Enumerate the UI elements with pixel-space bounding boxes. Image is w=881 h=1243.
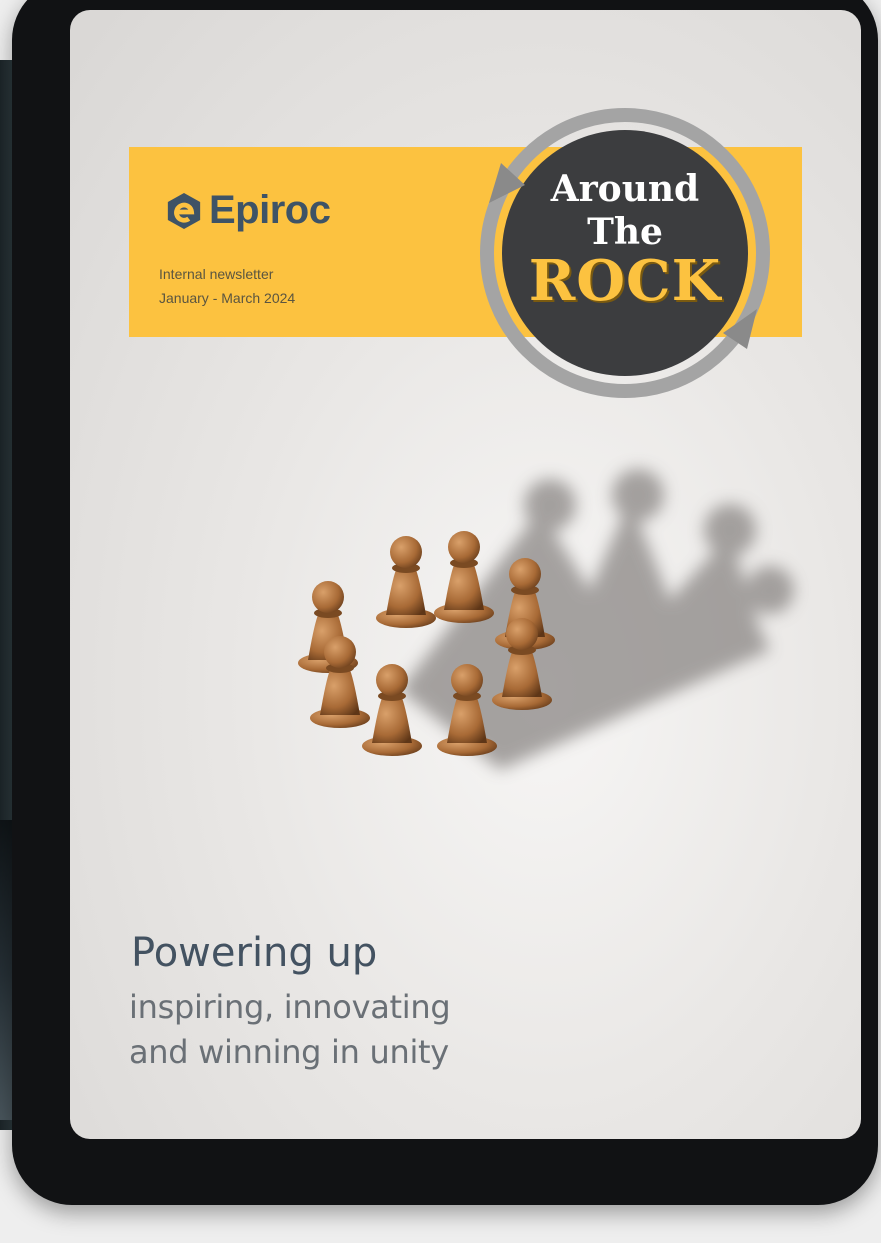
brand-name: Epiroc bbox=[209, 188, 331, 232]
epiroc-logo-icon bbox=[167, 192, 201, 229]
badge-line-1: Around bbox=[550, 168, 700, 210]
newsletter-type: Internal newsletter bbox=[159, 266, 274, 282]
newsletter-cover[interactable]: Epiroc Internal newsletter January - Mar… bbox=[70, 10, 861, 1139]
newsletter-period: January - March 2024 bbox=[159, 290, 296, 306]
cover-tagline-line-1: inspiring, innovating bbox=[129, 988, 451, 1026]
epiroc-logo: Epiroc bbox=[165, 188, 331, 233]
cover-headline: Powering up bbox=[131, 930, 378, 976]
badge-line-3: ROCK bbox=[528, 248, 722, 314]
around-the-rock-badge: Around The ROCK bbox=[475, 103, 775, 403]
cover-tagline-line-2: and winning in unity bbox=[129, 1033, 449, 1071]
badge-line-2: The bbox=[587, 211, 663, 253]
cover-photo bbox=[298, 469, 794, 770]
tablet-frame: Epiroc Internal newsletter January - Mar… bbox=[12, 0, 878, 1205]
